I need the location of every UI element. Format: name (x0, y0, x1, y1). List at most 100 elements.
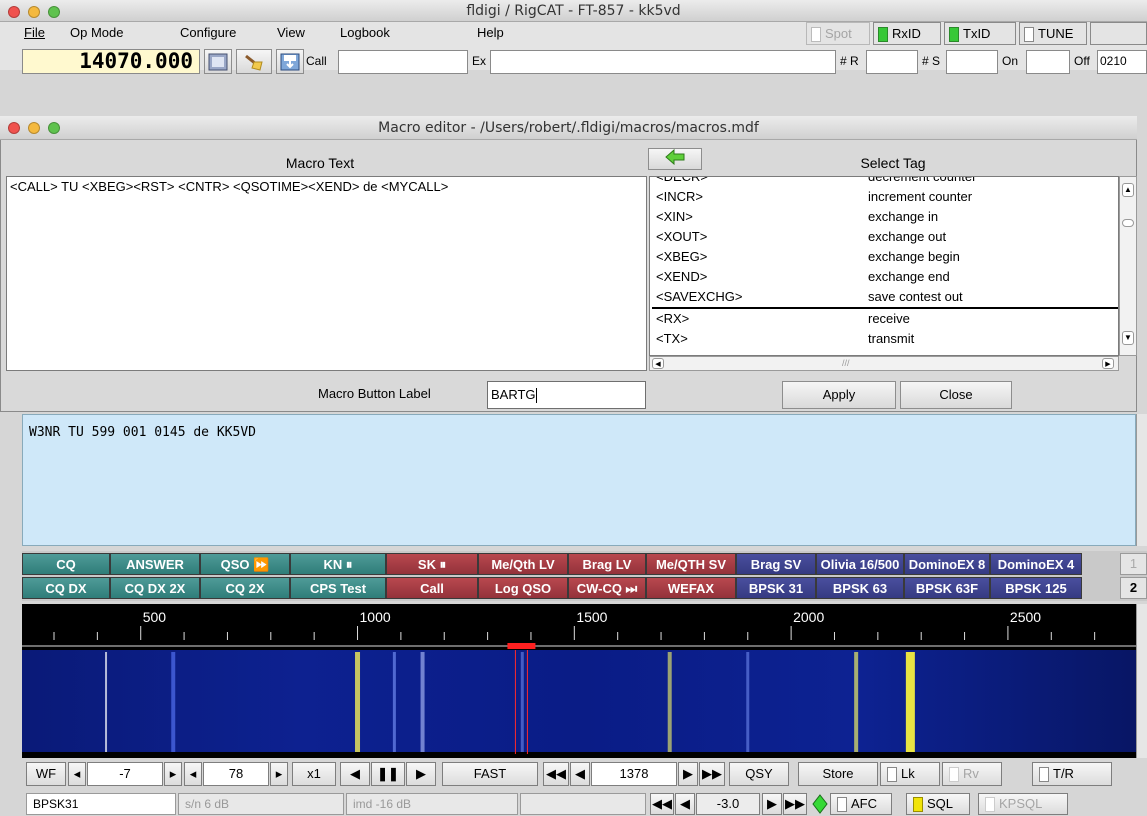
scroll-up-arrow-icon[interactable]: ▲ (1122, 183, 1134, 197)
macro-set-2-button[interactable]: 2 (1120, 577, 1147, 599)
range-increment-icon[interactable]: ▸ (270, 762, 288, 786)
macro-button[interactable]: KN ⏸ (290, 553, 386, 575)
macro-button[interactable]: Me/Qth LV (478, 553, 568, 575)
macro-button[interactable]: BPSK 63F (904, 577, 990, 599)
blank-toggle[interactable] (1090, 22, 1147, 45)
macro-button[interactable]: QSO ⏩ (200, 553, 290, 575)
macro-text-editor[interactable]: <CALL> TU <XBEG><RST> <CNTR> <QSOTIME><X… (6, 176, 647, 371)
tag-row[interactable]: <XOUT> exchange out (650, 227, 1118, 247)
menu-logbook[interactable]: Logbook (340, 25, 390, 40)
log-book-button[interactable] (204, 49, 232, 74)
macro-button[interactable]: CQ DX (22, 577, 110, 599)
reverse-toggle[interactable]: Rv (942, 762, 1002, 786)
macro-button[interactable]: WEFAX (646, 577, 736, 599)
scroll-right-arrow-icon[interactable]: ▶ (1102, 358, 1114, 369)
waterfall-scrollbar[interactable] (1136, 604, 1147, 758)
tag-list-vscrollbar[interactable]: ▲ ▼ (1119, 176, 1137, 356)
macro-button[interactable]: Log QSO (478, 577, 568, 599)
spot-toggle[interactable]: Spot (806, 22, 870, 45)
menu-file[interactable]: File (24, 25, 45, 40)
tag-row[interactable]: <RX> receive (650, 309, 1118, 329)
tag-row[interactable]: <XIN> exchange in (650, 207, 1118, 227)
macro-button-label-field[interactable]: BARTG (487, 381, 646, 409)
macro-button[interactable]: Brag LV (568, 553, 646, 575)
macro-set-1-button[interactable]: 1 (1120, 553, 1147, 575)
macro-button[interactable]: SK ⏸ (386, 553, 478, 575)
waterfall-display[interactable]: 500 1000 1500 2000 2500 (22, 604, 1136, 758)
call-field[interactable] (338, 50, 468, 74)
tr-toggle[interactable]: T/R (1032, 762, 1112, 786)
menu-view[interactable]: View (277, 25, 305, 40)
tune-toggle[interactable]: TUNE (1019, 22, 1087, 45)
lock-toggle[interactable]: Lk (880, 762, 940, 786)
macro-button[interactable]: CPS Test (290, 577, 386, 599)
tx-text-area[interactable]: W3NR TU 599 001 0145 de KK5VD (22, 414, 1136, 546)
txid-toggle[interactable]: TxID (944, 22, 1016, 45)
sql-fast-increment-icon[interactable]: ▶▶ (783, 793, 807, 815)
rst-sent-field[interactable] (946, 50, 998, 74)
speed-button[interactable]: FAST (442, 762, 538, 786)
wf-lower-value[interactable]: -7 (87, 762, 163, 786)
macro-button[interactable]: BPSK 63 (816, 577, 904, 599)
tag-row[interactable]: <INCR> increment counter (650, 187, 1118, 207)
menu-help[interactable]: Help (477, 25, 504, 40)
time-off-field[interactable]: 0210 (1097, 50, 1147, 74)
rst-received-field[interactable] (866, 50, 918, 74)
macro-button[interactable]: CQ (22, 553, 110, 575)
tag-list-hscrollbar[interactable]: ◀ /// ▶ (649, 356, 1119, 371)
freq-fast-increment-icon[interactable]: ▶▶ (699, 762, 725, 786)
scroll-left-arrow-icon[interactable]: ◀ (652, 358, 664, 369)
sql-level-value[interactable]: -3.0 (696, 793, 760, 815)
sql-decrement-icon[interactable]: ◀ (675, 793, 695, 815)
store-button[interactable]: Store (798, 762, 878, 786)
kpsql-toggle[interactable]: KPSQL (978, 793, 1068, 815)
macro-button[interactable]: Call (386, 577, 478, 599)
macro-button[interactable]: Me/QTH SV (646, 553, 736, 575)
carrier-frequency-value[interactable]: 1378 (591, 762, 677, 786)
shift-left-icon[interactable]: ◀ (340, 762, 370, 786)
lower-decrement-icon[interactable]: ◂ (68, 762, 86, 786)
vscroll-thumb[interactable] (1122, 219, 1134, 227)
tag-row[interactable]: <XBEG> exchange begin (650, 247, 1118, 267)
macro-button[interactable]: CQ 2X (200, 577, 290, 599)
menu-configure[interactable]: Configure (180, 25, 236, 40)
bandwidth-marker[interactable] (507, 643, 536, 649)
tx-scrollbar[interactable] (1136, 414, 1147, 546)
frequency-display[interactable]: 14070.000 (22, 49, 200, 74)
sql-toggle[interactable]: SQL (906, 793, 970, 815)
sql-fast-decrement-icon[interactable]: ◀◀ (650, 793, 674, 815)
waterfall-panel[interactable]: 500 1000 1500 2000 2500 (22, 604, 1136, 758)
save-qso-button[interactable] (276, 49, 304, 74)
macro-button[interactable]: BPSK 125 (990, 577, 1082, 599)
freq-decrement-icon[interactable]: ◀ (570, 762, 590, 786)
macro-button[interactable]: DominoEX 4 (990, 553, 1082, 575)
close-button[interactable]: Close (900, 381, 1012, 409)
tag-row[interactable]: <XEND> exchange end (650, 267, 1118, 287)
macro-button[interactable]: CQ DX 2X (110, 577, 200, 599)
zoom-button[interactable]: x1 (292, 762, 336, 786)
apply-button[interactable]: Apply (782, 381, 896, 409)
tag-row[interactable]: <SAVEXCHG> save contest out (650, 287, 1118, 307)
qsy-button[interactable]: QSY (729, 762, 789, 786)
range-decrement-icon[interactable]: ◂ (184, 762, 202, 786)
scroll-down-arrow-icon[interactable]: ▼ (1122, 331, 1134, 345)
rxid-toggle[interactable]: RxID (873, 22, 941, 45)
clear-button[interactable] (236, 49, 272, 74)
pause-icon[interactable]: ❚❚ (371, 762, 405, 786)
tag-list[interactable]: <DECR> decrement counter <INCR> increment … (649, 176, 1119, 356)
sql-increment-icon[interactable]: ▶ (762, 793, 782, 815)
exchange-field[interactable] (490, 50, 836, 74)
macro-button[interactable]: BPSK 31 (736, 577, 816, 599)
waterfall-mode-button[interactable]: WF (26, 762, 66, 786)
mode-status[interactable]: BPSK31 (26, 793, 176, 815)
menu-op-mode[interactable]: Op Mode (70, 25, 123, 40)
freq-increment-icon[interactable]: ▶ (678, 762, 698, 786)
macro-button[interactable]: ANSWER (110, 553, 200, 575)
tag-row[interactable]: <TX> transmit (650, 329, 1118, 349)
freq-fast-decrement-icon[interactable]: ◀◀ (543, 762, 569, 786)
lower-increment-icon[interactable]: ▸ (164, 762, 182, 786)
afc-toggle[interactable]: AFC (830, 793, 892, 815)
shift-right-icon[interactable]: ▶ (406, 762, 436, 786)
macro-button[interactable]: Brag SV (736, 553, 816, 575)
macro-button[interactable]: Olivia 16/500 (816, 553, 904, 575)
